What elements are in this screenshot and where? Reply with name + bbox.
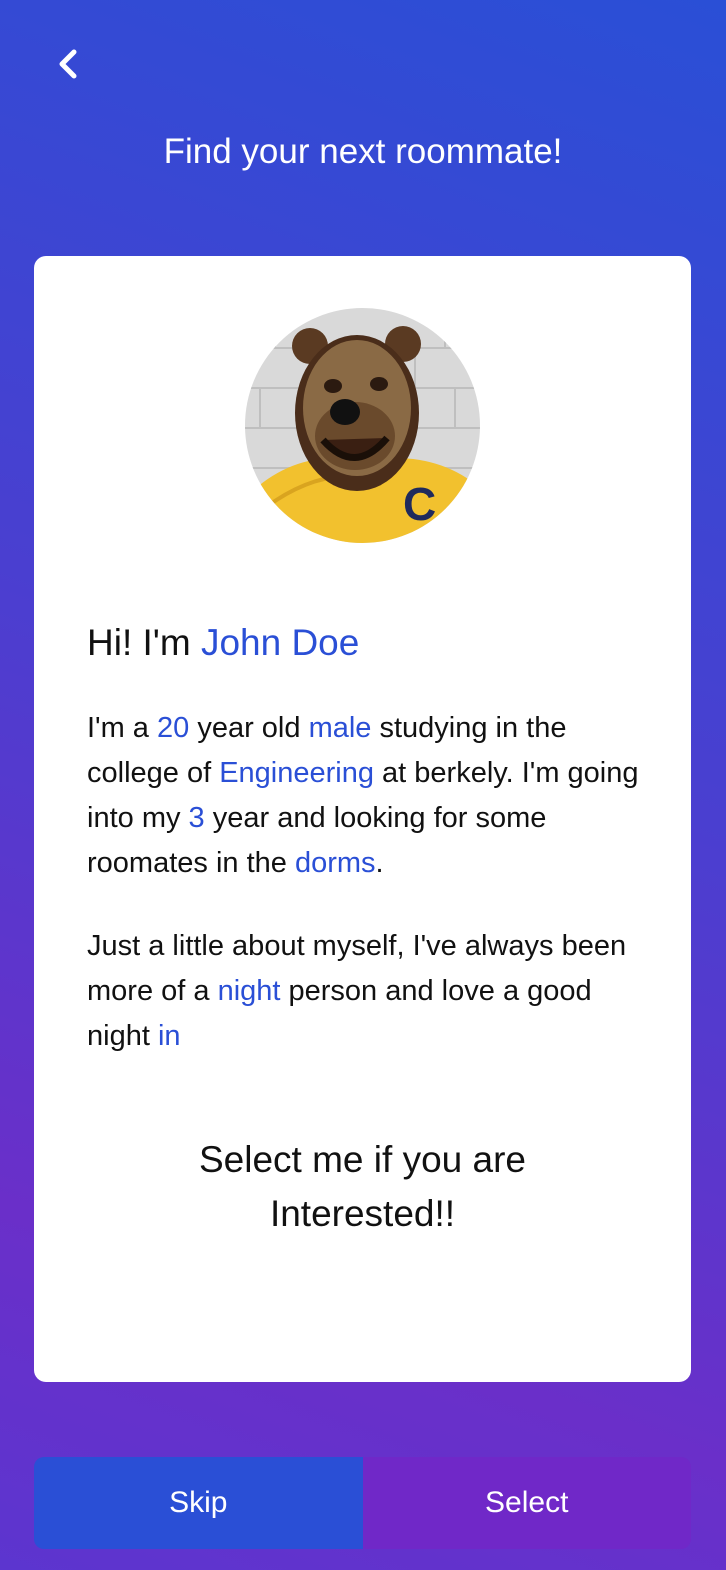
skip-button[interactable]: Skip: [34, 1457, 363, 1549]
call-to-action: Select me if you are Interested!!: [34, 1133, 691, 1241]
bio-paragraph-1: I'm a 20 year old male studying in the c…: [87, 706, 647, 886]
bio-text: .: [375, 847, 384, 879]
college-value: Engineering: [219, 757, 374, 789]
bio-text: I'm a: [87, 712, 157, 744]
bio-paragraph-2: Just a little about myself, I've always …: [87, 924, 647, 1059]
action-buttons: Skip Select: [34, 1457, 691, 1549]
select-button[interactable]: Select: [362, 1457, 691, 1549]
bio-text: year old: [189, 712, 309, 744]
back-button[interactable]: [48, 42, 88, 86]
cta-line-1: Select me if you are: [199, 1139, 526, 1180]
year-value: 3: [188, 802, 205, 834]
age-value: 20: [157, 712, 190, 744]
greeting-prefix: Hi! I'm: [87, 622, 201, 663]
svg-text:C: C: [403, 478, 436, 530]
profile-card: C Hi! I'm John Doe I'm a 20 year old mal…: [34, 256, 691, 1382]
page-title: Find your next roommate!: [163, 132, 563, 171]
gender-value: male: [308, 712, 372, 744]
profile-name: John Doe: [200, 622, 360, 663]
avatar: C: [245, 308, 480, 543]
chevron-left-icon: [59, 49, 77, 79]
activity-value: in: [157, 1020, 181, 1052]
cta-line-2: Interested!!: [269, 1193, 456, 1234]
bear-mascot-avatar-image: C: [245, 308, 480, 543]
time-preference-value: night: [217, 975, 281, 1007]
greeting: Hi! I'm John Doe: [87, 622, 359, 664]
housing-value: dorms: [294, 847, 376, 879]
